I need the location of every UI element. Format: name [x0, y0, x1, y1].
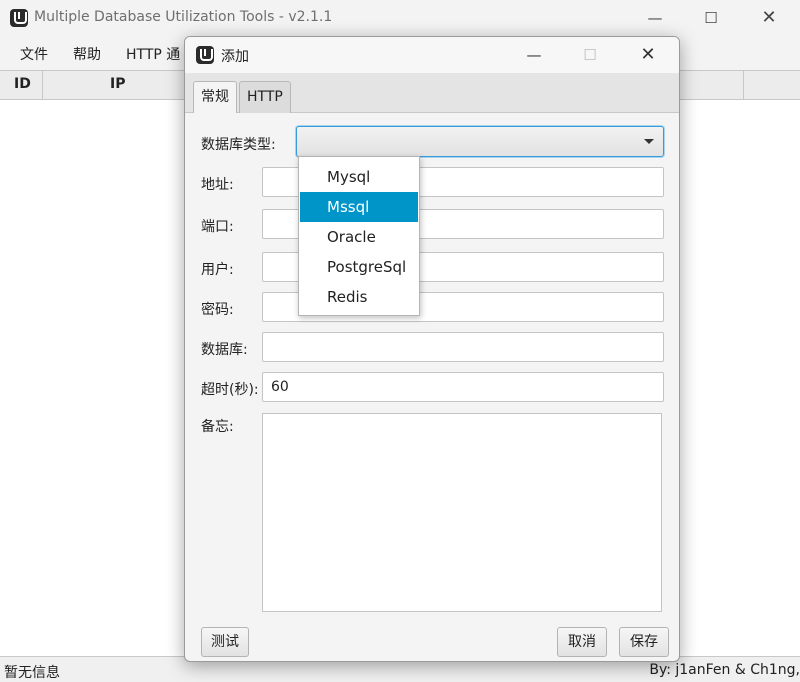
main-titlebar: Multiple Database Utilization Tools - v2…	[0, 0, 800, 36]
window-title: Multiple Database Utilization Tools - v2…	[34, 9, 333, 25]
column-header-ip[interactable]: IP	[110, 76, 125, 92]
maximize-icon[interactable]: ☐	[688, 0, 734, 36]
tab-bar: 常规 HTTP	[185, 73, 679, 113]
close-icon[interactable]: ✕	[625, 37, 671, 73]
host-label: 地址:	[201, 177, 234, 193]
user-label: 用户:	[201, 262, 234, 278]
save-button[interactable]: 保存	[619, 627, 669, 657]
timeout-label: 超时(秒):	[201, 382, 259, 398]
dialog-titlebar: 添加 — ☐ ✕	[185, 37, 679, 73]
menu-help[interactable]: 帮助	[73, 44, 101, 64]
author-credit: By: j1anFen & Ch1ng,	[649, 662, 800, 678]
maximize-icon: ☐	[583, 46, 597, 64]
password-label: 密码:	[201, 302, 234, 318]
close-icon[interactable]: ✕	[746, 0, 792, 36]
menu-http[interactable]: HTTP 通	[126, 44, 180, 64]
column-header-id[interactable]: ID	[14, 76, 31, 92]
memo-label: 备忘:	[201, 419, 234, 435]
add-dialog: 添加 — ☐ ✕ 常规 HTTP 数据库类型: 地址: 端口: 用户: 密码: …	[184, 36, 680, 662]
status-text: 暂无信息	[4, 665, 60, 681]
chevron-down-icon[interactable]	[644, 139, 654, 144]
menu-file[interactable]: 文件	[20, 44, 48, 64]
database-field[interactable]	[262, 332, 664, 362]
tab-general[interactable]: 常规	[193, 81, 237, 113]
option-redis[interactable]: Redis	[300, 282, 418, 312]
db-type-label: 数据库类型:	[201, 137, 276, 153]
minimize-icon[interactable]: —	[632, 0, 678, 36]
option-oracle[interactable]: Oracle	[300, 222, 418, 252]
tab-http[interactable]: HTTP	[239, 81, 291, 113]
minimize-icon[interactable]: —	[511, 37, 557, 73]
dialog-title: 添加	[221, 49, 249, 65]
option-mysql[interactable]: Mysql	[300, 162, 418, 192]
option-mssql[interactable]: Mssql	[300, 192, 418, 222]
column-divider[interactable]	[42, 71, 43, 99]
database-label: 数据库:	[201, 342, 248, 358]
timeout-field[interactable]: 60	[262, 372, 664, 402]
column-divider[interactable]	[743, 71, 744, 99]
port-label: 端口:	[201, 219, 234, 235]
option-postgresql[interactable]: PostgreSql	[300, 252, 418, 282]
test-button[interactable]: 测试	[201, 627, 249, 657]
cancel-button[interactable]: 取消	[557, 627, 607, 657]
memo-textarea[interactable]	[262, 413, 662, 612]
db-type-dropdown: Mysql Mssql Oracle PostgreSql Redis	[298, 156, 420, 316]
app-icon	[196, 46, 214, 64]
app-icon	[10, 9, 28, 27]
db-type-select[interactable]	[296, 126, 664, 157]
